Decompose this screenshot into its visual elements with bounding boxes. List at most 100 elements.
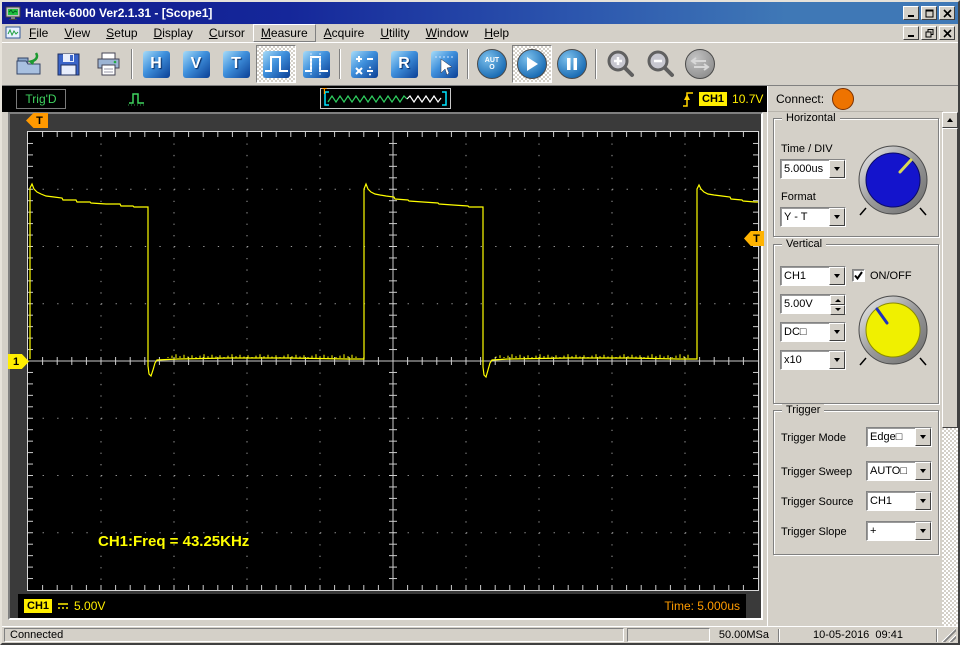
trigger-level-value: 10.7V: [732, 92, 763, 106]
dropdown-button[interactable]: [829, 160, 845, 178]
horizontal-panel-button[interactable]: H: [136, 45, 176, 83]
dropdown-button[interactable]: [915, 462, 931, 480]
spin-up-button[interactable]: [830, 295, 845, 305]
waveform-preview[interactable]: T: [320, 88, 451, 109]
trigger-time-marker[interactable]: T: [26, 113, 48, 128]
chevron-down-icon: [834, 167, 840, 174]
channel1-level-marker[interactable]: 1: [8, 354, 29, 369]
auto-setup-button[interactable]: AUTO: [472, 45, 512, 83]
maximize-button[interactable]: [921, 6, 937, 20]
preview-trigger-marker[interactable]: T: [322, 87, 327, 96]
child-minimize-button[interactable]: [903, 26, 919, 40]
channel-badge: CH1: [24, 599, 52, 613]
zoom-out-button[interactable]: [640, 45, 680, 83]
scroll-up-button[interactable]: [942, 112, 958, 128]
app-icon: [5, 5, 21, 21]
pause-icon: [557, 49, 587, 79]
channel-select[interactable]: CH1: [780, 266, 846, 286]
chevron-down-icon: [834, 274, 840, 281]
resize-grip[interactable]: [941, 628, 956, 642]
save-button[interactable]: [48, 45, 88, 83]
spin-down-button[interactable]: [830, 305, 845, 315]
restore-icon: [925, 29, 934, 38]
onoff-checkbox[interactable]: [852, 269, 865, 282]
dropdown-button[interactable]: [915, 492, 931, 510]
child-close-button[interactable]: [939, 26, 955, 40]
dropdown-button[interactable]: [829, 323, 845, 341]
zoom-out-icon: [645, 49, 675, 79]
math-icon: [351, 51, 378, 78]
zoom-in-button[interactable]: [600, 45, 640, 83]
scope-column: Trig'D T: [2, 86, 767, 626]
dropdown-button[interactable]: [915, 428, 931, 446]
cursor-measure-button[interactable]: [296, 45, 336, 83]
toolbar-separator: [339, 49, 341, 79]
math-button[interactable]: [344, 45, 384, 83]
statusbar-separator: [936, 629, 938, 642]
play-icon: [517, 49, 547, 79]
chevron-down-icon: [920, 435, 926, 442]
menu-setup[interactable]: Setup: [98, 24, 145, 42]
transfer-icon: [685, 49, 715, 79]
document-icon[interactable]: [5, 26, 21, 40]
cursor-pointer-button[interactable]: [424, 45, 464, 83]
datetime: 10-05-2016 09:41: [783, 628, 933, 642]
panel-scrollbar[interactable]: [942, 112, 958, 626]
chevron-down-icon: [834, 358, 840, 365]
maximize-icon: [925, 9, 934, 18]
rising-edge-icon: [682, 90, 694, 108]
minimize-icon: [907, 29, 916, 38]
pulse-icon: [263, 51, 290, 78]
scope-grid: [27, 131, 759, 591]
check-icon: [853, 270, 864, 281]
trigger-sweep-select[interactable]: AUTO□: [866, 461, 932, 481]
trigger-readout: CH1 10.7V: [682, 90, 763, 108]
scrollbar-thumb[interactable]: [942, 128, 958, 428]
minimize-icon: [907, 9, 916, 18]
transfer-button[interactable]: [680, 45, 720, 83]
menu-window[interactable]: Window: [418, 24, 477, 42]
menu-utility[interactable]: Utility: [372, 24, 417, 42]
vertical-panel-button[interactable]: V: [176, 45, 216, 83]
chevron-down-icon: [834, 215, 840, 222]
menu-acquire[interactable]: Acquire: [316, 24, 373, 42]
trigger-panel-button[interactable]: T: [216, 45, 256, 83]
minimize-button[interactable]: [903, 6, 919, 20]
trigger-slope-select[interactable]: +: [866, 521, 932, 541]
child-restore-button[interactable]: [921, 26, 937, 40]
reference-button[interactable]: R: [384, 45, 424, 83]
trigger-source-select[interactable]: CH1: [866, 491, 932, 511]
time-div-select[interactable]: 5.000us: [780, 159, 846, 179]
dropdown-button[interactable]: [829, 208, 845, 226]
menu-file[interactable]: File: [21, 24, 56, 42]
dropdown-button[interactable]: [915, 522, 931, 540]
open-button[interactable]: [8, 45, 48, 83]
chevron-up-icon: [947, 115, 953, 122]
trigger-source-label: Trigger Source: [781, 496, 853, 508]
menu-display[interactable]: Display: [146, 24, 201, 42]
menu-measure[interactable]: Measure: [253, 24, 316, 42]
format-select[interactable]: Y - T: [780, 207, 846, 227]
dropdown-button[interactable]: [829, 351, 845, 369]
connect-indicator[interactable]: [832, 88, 854, 110]
pause-button[interactable]: [552, 45, 592, 83]
volts-per-div-value: 5.00V: [74, 599, 105, 613]
coupling-select[interactable]: DC□: [780, 322, 846, 342]
menu-view[interactable]: View: [56, 24, 98, 42]
time-per-div-value: Time: 5.000us: [664, 599, 740, 613]
menu-help[interactable]: Help: [476, 24, 517, 42]
vertical-position-knob[interactable]: [854, 291, 932, 369]
chevron-down-icon: [920, 529, 926, 536]
trigger-group-title: Trigger: [782, 404, 824, 416]
run-button[interactable]: [512, 45, 552, 83]
toolbar-separator: [131, 49, 133, 79]
volts-div-spinner[interactable]: 5.00V: [780, 294, 846, 314]
measure-pulse-button[interactable]: [256, 45, 296, 83]
dropdown-button[interactable]: [829, 267, 845, 285]
probe-select[interactable]: x10: [780, 350, 846, 370]
horizontal-position-knob[interactable]: [854, 141, 932, 219]
menu-cursor[interactable]: Cursor: [201, 24, 253, 42]
trigger-mode-select[interactable]: Edge□: [866, 427, 932, 447]
print-button[interactable]: [88, 45, 128, 83]
close-button[interactable]: [939, 6, 955, 20]
